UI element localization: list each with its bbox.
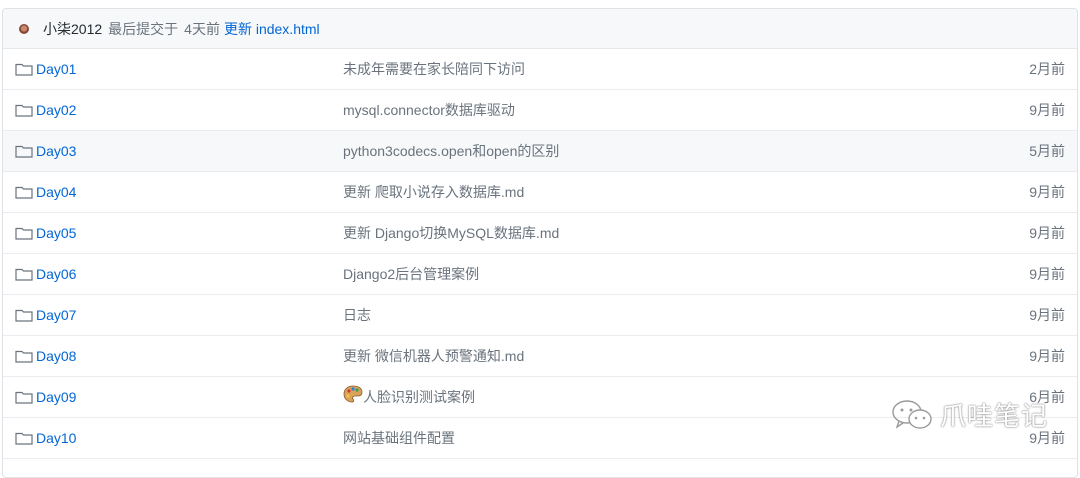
file-row[interactable]: Day05 更新 Django切换MySQL数据库.md 9月前 [3,213,1077,254]
file-date: 9月前 [1029,266,1065,282]
palette-icon [343,385,363,403]
folder-name-link[interactable]: Day04 [36,184,76,200]
folder-name-link[interactable]: Day03 [36,143,76,159]
file-commit-message[interactable]: 更新 爬取小说存入数据库.md [343,182,524,202]
watermark-text: 爪哇笔记 [940,401,1049,431]
folder-icon [15,432,33,445]
file-commit-message[interactable]: 未成年需要在家长陪同下访问 [343,59,525,79]
folder-icon [15,63,33,76]
file-date: 9月前 [1029,102,1065,118]
file-commit-message[interactable]: 日志 [343,305,371,325]
folder-name-link[interactable]: Day08 [36,348,76,364]
commit-author[interactable]: 小柒2012 [43,19,102,39]
folder-name-link[interactable]: Day07 [36,307,76,323]
folder-name-link[interactable]: Day02 [36,102,76,118]
file-row[interactable]: Day01 未成年需要在家长陪同下访问 2月前 [3,49,1077,90]
commit-meta-label: 最后提交于 [108,20,179,37]
file-commit-message[interactable]: 网站基础组件配置 [343,428,455,448]
folder-name-link[interactable]: Day09 [36,389,76,405]
folder-name-link[interactable]: Day05 [36,225,76,241]
file-date: 9月前 [1029,307,1065,323]
file-commit-message[interactable]: 人脸识别测试案例 [343,385,475,407]
file-date: 9月前 [1029,348,1065,364]
file-row[interactable]: Day03 python3codecs.open和open的区别 5月前 [3,131,1077,172]
file-date: 9月前 [1029,225,1065,241]
file-commit-message[interactable]: Django2后台管理案例 [343,264,479,284]
file-date: 5月前 [1029,143,1065,159]
folder-icon [15,227,33,240]
folder-name-link[interactable]: Day06 [36,266,76,282]
file-commit-message[interactable]: 更新 微信机器人预警通知.md [343,346,524,366]
folder-icon [15,391,33,404]
commit-time: 4天前 [184,20,220,37]
commit-message-link[interactable]: 更新 index.html [224,19,320,39]
file-row[interactable]: Day06 Django2后台管理案例 9月前 [3,254,1077,295]
file-row[interactable]: Day02 mysql.connector数据库驱动 9月前 [3,90,1077,131]
file-commit-message-text: 人脸识别测试案例 [363,389,475,405]
folder-icon [15,350,33,363]
file-row[interactable]: Day07 日志 9月前 [3,295,1077,336]
folder-name-link[interactable]: Day10 [36,430,76,446]
file-row[interactable]: Day08 更新 微信机器人预警通知.md 9月前 [3,336,1077,377]
folder-icon [15,309,33,322]
file-commit-message[interactable]: python3codecs.open和open的区别 [343,141,559,161]
folder-icon [15,145,33,158]
file-commit-message[interactable]: mysql.connector数据库驱动 [343,100,515,120]
folder-icon [15,104,33,117]
file-date: 9月前 [1029,184,1065,200]
folder-icon [15,268,33,281]
folder-icon [15,186,33,199]
wechat-icon [892,399,932,429]
file-row[interactable]: Day04 更新 爬取小说存入数据库.md 9月前 [3,172,1077,213]
file-date: 2月前 [1029,61,1065,77]
watermark: 爪哇笔记 [890,396,1048,433]
latest-commit-bar: 小柒2012 最后提交于 4天前 更新 index.html [3,9,1077,49]
file-commit-message[interactable]: 更新 Django切换MySQL数据库.md [343,223,559,243]
avatar[interactable] [19,23,29,34]
folder-name-link[interactable]: Day01 [36,61,76,77]
